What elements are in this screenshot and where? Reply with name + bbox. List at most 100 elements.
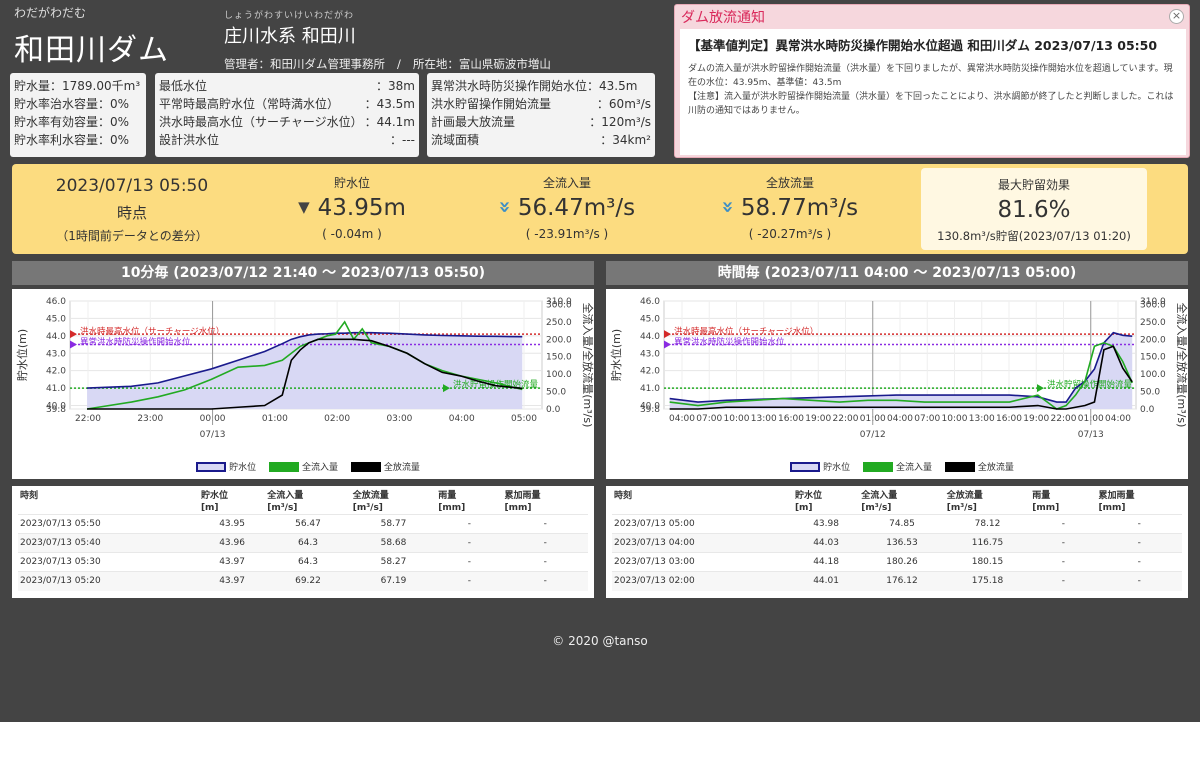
legend-inflow-swatch [862,462,893,472]
legend-outflow[interactable]: 全放流量 [384,463,420,473]
table-hourly: 時刻 貯水位 [m] 全流入量 [m³/s] 全放流量 [m³/s] 雨量 [mm] 累加雨量 [m… [612,488,1182,591]
y-tick-label: 45.0 [46,314,66,324]
table-10min: 時刻 貯水位 [m] 全流入量 [m³/s] 全放流量 [m³/s] 雨量 [mm] 累加雨量 [m… [18,488,588,591]
table-cell: 44.18 [792,552,860,572]
x-tick-label: 19:00 [1023,414,1049,424]
river-name: 庄川水系 和田川 [224,26,356,47]
table-cell: - [1096,533,1182,553]
y2-tick-label: 50.0 [546,388,566,398]
info-label: 異常洪水時防災操作開始水位：43.5m [431,79,638,93]
info-row: 洪水時最高水位（サーチャージ水位） ：44.1m [159,113,415,131]
y2-tick-label: 250.0 [546,318,572,328]
y-tick-label: 46.0 [640,297,660,307]
table-cell: 2023/07/13 03:00 [612,552,793,572]
info-row: 貯水率利水容量：0% [14,131,142,149]
y-tick-label: 43.0 [640,349,660,359]
table-cell: 180.15 [944,552,1031,572]
legend-level[interactable]: 貯水位 [823,463,850,473]
table-cell: 2023/07/13 04:00 [612,533,793,553]
y2-tick-label: 100.0 [546,370,572,380]
metric-outflow-value: 58.77m³/s [740,195,859,221]
y-tick-label: 46.0 [46,297,66,307]
x-tick-label: 16:00 [778,414,804,424]
metric-inflow-value: 56.47m³/s [517,195,636,221]
table-10min-box: 時刻 貯水位 [m] 全流入量 [m³/s] 全放流量 [m³/s] 雨量 [mm] 累加雨量 [m… [12,486,594,598]
table-cell: 43.98 [792,514,860,534]
x-tick-label: 13:00 [751,414,777,424]
legend-level-swatch [790,462,821,472]
table-cell: 180.26 [859,552,945,572]
metric-outflow-label: 全放流量 [765,176,814,190]
metric-inflow: 全流入量 »56.47m³/s ( -23.91m³/s ) [467,174,667,241]
info-row: 設計洪水位 ：--- [159,131,415,149]
y2-tick-label: 150.0 [546,353,572,363]
y2-tick-label: 300.0 [546,300,572,310]
effect-value: 81.6% [997,197,1071,223]
y2-tick-label: 150.0 [1140,353,1166,363]
chart-legend: 貯水位 全流入量 全放流量 [606,460,1188,473]
table-cell: 43.95 [198,514,266,534]
chart-hourly-svg: 46.045.044.043.042.041.040.039.8310.0300… [609,297,1188,440]
info-label: 流域面積 [431,133,480,147]
legend-outflow-swatch [944,462,975,472]
info-row: 平常時最高貯水位（常時満水位） ：43.5m [159,95,415,113]
table-row: 2023/07/13 05:30 43.97 64.3 58.27- - [18,552,588,572]
table-header-row: 時刻 貯水位 [m] 全流入量 [m³/s] 全放流量 [m³/s] 雨量 [mm] 累加雨量 [m… [612,488,1182,515]
table-cell: - [436,552,503,572]
info-label: 貯水率治水容量：0% [14,97,130,111]
y2-tick-label: 0.0 [546,405,561,415]
table-cell: 175.18 [944,571,1031,591]
reference-line-label: 洪水時最高水位（サーチャージ水位） [674,326,818,337]
legend-outflow[interactable]: 全放流量 [978,463,1014,473]
table-row: 2023/07/13 05:40 43.96 64.3 58.68- - [18,533,588,553]
metric-outflow: 全放流量 »58.77m³/s ( -20.27m³/s ) [690,174,890,241]
table-cell: - [1030,552,1097,572]
metric-level: 貯水位 ▼ 43.95m ( -0.04m ) [272,174,432,241]
legend-inflow[interactable]: 全流入量 [896,463,932,473]
legend-level[interactable]: 貯水位 [229,463,256,473]
table-cell: - [502,571,588,591]
table-cell: 176.12 [859,571,945,591]
table-cell: 58.27 [350,552,437,572]
chart-legend: 貯水位 全流入量 全放流量 [12,460,594,473]
table-cell: - [1030,533,1097,553]
column-header: 全流入量 [m³/s] [267,491,304,513]
x-tick-label: 04:00 [669,414,695,424]
info-label: 洪水貯留操作開始流量 [431,97,552,111]
column-header: 貯水位 [m] [200,491,228,513]
table-cell: - [1030,571,1097,591]
table-row: 2023/07/13 03:00 44.18 180.26 180.15- - [612,552,1182,572]
x-date-label: 07/12 [860,430,886,440]
info-row: 洪水貯留操作開始流量 ：60m³/s [431,95,651,113]
summary-time-block: 2023/07/13 05:50 時点 （1時間前データとの差分） [42,176,222,244]
info-label: 貯水率利水容量：0% [14,133,130,147]
legend-inflow[interactable]: 全流入量 [302,463,338,473]
notice-title: ダム放流通知 [681,10,765,26]
table-cell: 43.97 [198,571,266,591]
y2-axis-title: 全流入量/全放流量(m³/s) [581,303,594,428]
close-icon[interactable]: × [1169,9,1184,24]
y-tick-label: 39.8 [46,405,66,415]
column-header: 雨量 [mm] [1032,491,1060,513]
column-header: 全流入量 [m³/s] [861,491,898,513]
river-block: しょうがわすいけいわだがわ 庄川水系 和田川 管理者：和田川ダム管理事務所 / 所在… [224,8,551,72]
table-cell: - [1030,514,1097,534]
x-tick-label: 22:00 [1051,414,1077,424]
table-cell: 2023/07/13 05:30 [18,552,199,572]
x-tick-label: 07:00 [914,414,940,424]
info-label: 貯水量：1789.00千m³ [14,79,141,93]
column-header: 全放流量 [m³/s] [946,491,983,513]
info-label: 平常時最高貯水位（常時満水位） [159,97,340,111]
x-tick-label: 16:00 [996,414,1022,424]
table-cell: 2023/07/13 05:20 [18,571,199,591]
summary-time-suffix: 時点 [116,204,147,222]
y-tick-label: 39.8 [640,405,660,415]
x-tick-label: 22:00 [833,414,859,424]
table-cell: 67.19 [350,571,437,591]
y-tick-label: 42.0 [640,367,660,377]
location-label: 所在地：富山県砺波市増山 [412,57,551,71]
down-triangle-icon: ▼ [298,198,310,216]
metric-inflow-diff: ( -23.91m³/s ) [525,227,609,241]
level-info-box: 最低水位 ：38m 平常時最高貯水位（常時満水位） ：43.5m 洪水時最高水位（サーチ… [155,73,419,157]
x-date-label: 07/13 [1078,430,1104,440]
